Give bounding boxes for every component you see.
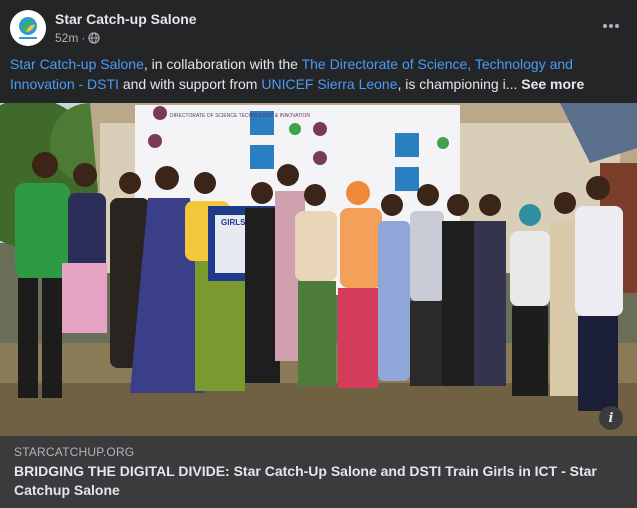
info-icon[interactable]: i bbox=[599, 406, 623, 430]
link-preview[interactable]: STARCATCHUP.ORG BRIDGING THE DIGITAL DIV… bbox=[0, 436, 637, 508]
link-domain: STARCATCHUP.ORG bbox=[14, 445, 135, 459]
star-catchup-logo-icon bbox=[10, 10, 46, 46]
post-time[interactable]: 52m bbox=[55, 31, 78, 45]
caption-text-3: , is championing i... bbox=[397, 76, 522, 92]
group-photo: DIRECTORATE OF SCIENCE TECHNOLOGY & INNO… bbox=[0, 103, 637, 436]
feed-post: Star Catch-up Salone 52m · Star Catch-up… bbox=[0, 0, 637, 508]
caption-text-1: , in collaboration with the bbox=[143, 56, 302, 72]
post-header: Star Catch-up Salone 52m · bbox=[0, 0, 637, 52]
mention-unicef[interactable]: UNICEF Sierra Leone bbox=[261, 76, 397, 92]
post-photo[interactable]: DIRECTORATE OF SCIENCE TECHNOLOGY & INNO… bbox=[0, 103, 637, 436]
globe-icon[interactable] bbox=[88, 32, 100, 44]
link-title[interactable]: BRIDGING THE DIGITAL DIVIDE: Star Catch-… bbox=[14, 462, 624, 500]
mention-star-catchup[interactable]: Star Catch-up Salone bbox=[10, 56, 144, 72]
page-name[interactable]: Star Catch-up Salone bbox=[55, 11, 197, 27]
page-avatar[interactable] bbox=[10, 10, 46, 46]
post-meta: 52m · bbox=[55, 31, 100, 45]
more-horizontal-icon bbox=[603, 24, 619, 28]
caption-text-2: and with support from bbox=[118, 76, 262, 92]
meta-separator: · bbox=[81, 31, 86, 45]
see-more-link[interactable]: See more bbox=[521, 76, 584, 92]
post-caption: Star Catch-up Salone, in collaboration w… bbox=[10, 54, 628, 94]
more-options-button[interactable] bbox=[599, 14, 623, 38]
banner-text: DIRECTORATE OF SCIENCE TECHNOLOGY & INNO… bbox=[170, 113, 310, 119]
